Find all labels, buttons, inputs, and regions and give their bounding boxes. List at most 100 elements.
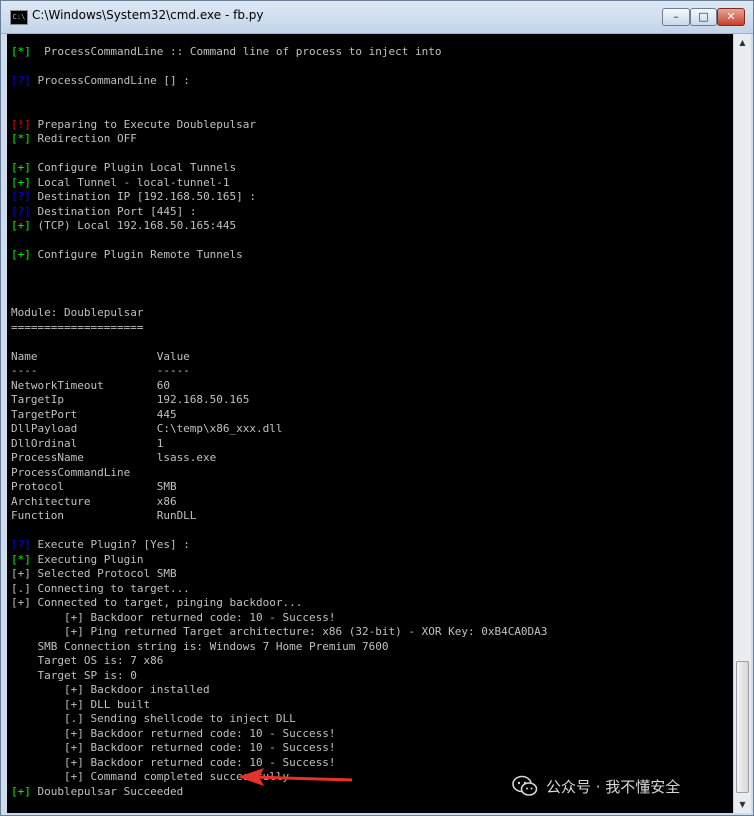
console-line: SMB Connection string is: Windows 7 Home… (11, 640, 547, 655)
console-line: [.] Sending shellcode to inject DLL (11, 712, 547, 727)
line-text: ProcessCommandLine [] : (37, 74, 190, 87)
line-text: [+] Selected Protocol SMB (11, 567, 177, 580)
console-line: Name Value (11, 350, 547, 365)
watermark-text: 公众号 · 我不懂安全 (546, 777, 681, 796)
watermark: 公众号 · 我不懂安全 (512, 772, 680, 800)
console-line: Target OS is: 7 x86 (11, 654, 547, 669)
line-text: [.] Connecting to target... (11, 581, 190, 595)
maximize-button[interactable]: □ (690, 8, 717, 26)
line-text: [+] Backdoor installed (11, 683, 210, 696)
line-text: Module: Doublepulsar (11, 306, 144, 319)
line-text: Configure Plugin Local Tunnels (37, 161, 237, 174)
console-line: [+] Backdoor returned code: 10 - Success… (11, 741, 547, 756)
line-text: [.] Sending shellcode to inject DLL (11, 712, 296, 725)
console-line: ==================== (11, 321, 547, 336)
console-line: [.] Connecting to target... (11, 582, 547, 597)
minimize-button[interactable]: – (662, 8, 690, 26)
title-bar[interactable]: C:\ C:\Windows\System32\cmd.exe - fb.py … (1, 1, 753, 34)
console-line: [?] Destination IP [192.168.50.165] : (11, 190, 547, 205)
console-line: NetworkTimeout 60 (11, 379, 547, 394)
console-line: [+] Configure Plugin Local Tunnels (11, 161, 547, 176)
console-line: Protocol SMB (11, 480, 547, 495)
console-line: [+] Backdoor installed (11, 683, 547, 698)
wechat-logo-icon (512, 775, 538, 796)
status-prefix: [*] (11, 132, 31, 145)
status-prefix: [+] (11, 784, 31, 798)
line-text: Redirection OFF (37, 132, 137, 145)
status-prefix: [?] (11, 190, 31, 203)
console-line: TargetPort 445 (11, 408, 547, 423)
scroll-up-arrow-icon[interactable]: ▲ (735, 35, 750, 50)
line-text: Destination IP [192.168.50.165] : (37, 190, 257, 203)
vertical-scrollbar[interactable]: ▲ ▼ (733, 34, 751, 813)
console-line: [!] Preparing to Execute Doublepulsar (11, 118, 547, 133)
console-line: DllPayload C:\temp\x86_xxx.dll (11, 422, 547, 437)
status-prefix: [+] (11, 175, 31, 189)
line-text: Doublepulsar Succeeded (37, 784, 184, 798)
console-line: ProcessCommandLine (11, 466, 547, 481)
console-line: [+] Local Tunnel - local-tunnel-1 (11, 176, 547, 191)
console-line: Module: Doublepulsar (11, 306, 547, 321)
console-line: [+] Connected to target, pinging backdoo… (11, 596, 547, 611)
scroll-down-arrow-icon[interactable]: ▼ (735, 797, 750, 812)
line-text: Function RunDLL (11, 509, 197, 522)
scroll-thumb[interactable] (736, 661, 749, 793)
console-line: [?] ProcessCommandLine [] : (11, 74, 547, 89)
line-text: Executing Plugin (37, 552, 144, 566)
line-text: NetworkTimeout 60 (11, 378, 170, 392)
console-lines: [*] ProcessCommandLine :: Command line o… (11, 45, 547, 813)
line-text: Target OS is: 7 x86 (11, 654, 164, 667)
line-text: [+] Ping returned Target architecture: x… (11, 625, 548, 638)
line-text: DllPayload C:\temp\x86_xxx.dll (11, 422, 283, 435)
status-prefix: [+] (11, 248, 31, 261)
status-prefix: [?] (11, 538, 31, 551)
line-text: Target SP is: 0 (11, 668, 137, 682)
line-text: TargetIp 192.168.50.165 (11, 393, 250, 406)
console-output[interactable]: [*] ProcessCommandLine :: Command line o… (7, 34, 733, 813)
line-text: Execute Plugin? [Yes] : (37, 538, 190, 551)
cmd-app-icon[interactable]: C:\ (10, 10, 28, 25)
console-line: [+] Ping returned Target architecture: x… (11, 625, 547, 640)
status-prefix: [?] (11, 74, 31, 87)
line-text: Architecture x86 (11, 494, 177, 508)
console-line: [?] Execute Plugin? [Yes] : (11, 538, 547, 553)
console-line: [+] DLL built (11, 698, 547, 713)
line-text: Configure Plugin Remote Tunnels (37, 248, 243, 261)
line-text: ProcessCommandLine :: Command line of pr… (37, 45, 442, 58)
line-text: [+] Backdoor returned code: 10 - Success… (11, 741, 336, 754)
close-button[interactable]: ✕ (717, 8, 745, 26)
console-line: [?] Destination Port [445] : (11, 205, 547, 220)
status-prefix: [+] (11, 219, 31, 232)
console-line: [+] Configure Plugin Remote Tunnels (11, 248, 547, 263)
line-text: ---- ----- (11, 364, 190, 377)
console-line: [*] Executing Plugin (11, 553, 547, 568)
line-text: [+] Backdoor returned code: 10 - Success… (11, 726, 336, 740)
line-text: DllOrdinal 1 (11, 436, 164, 450)
line-text: Local Tunnel - local-tunnel-1 (37, 175, 230, 189)
line-text: Preparing to Execute Doublepulsar (37, 117, 257, 131)
console-line: TargetIp 192.168.50.165 (11, 393, 547, 408)
console-line: [*] ProcessCommandLine :: Command line o… (11, 45, 547, 60)
status-prefix: [?] (11, 204, 31, 218)
line-text: ==================== (11, 320, 144, 334)
console-line: Target SP is: 0 (11, 669, 547, 684)
status-prefix: [+] (11, 161, 31, 174)
line-text: SMB Connection string is: Windows 7 Home… (11, 639, 389, 653)
line-text: Name Value (11, 349, 190, 363)
line-text: Destination Port [445] : (37, 204, 197, 218)
line-text: ProcessCommandLine (11, 465, 131, 479)
status-prefix: [!] (11, 117, 31, 131)
cmd-window: C:\ C:\Windows\System32\cmd.exe - fb.py … (0, 0, 754, 816)
console-line: ---- ----- (11, 364, 547, 379)
line-text: [+] Connected to target, pinging backdoo… (11, 596, 303, 609)
console-line: [+] Backdoor returned code: 10 - Success… (11, 727, 547, 742)
